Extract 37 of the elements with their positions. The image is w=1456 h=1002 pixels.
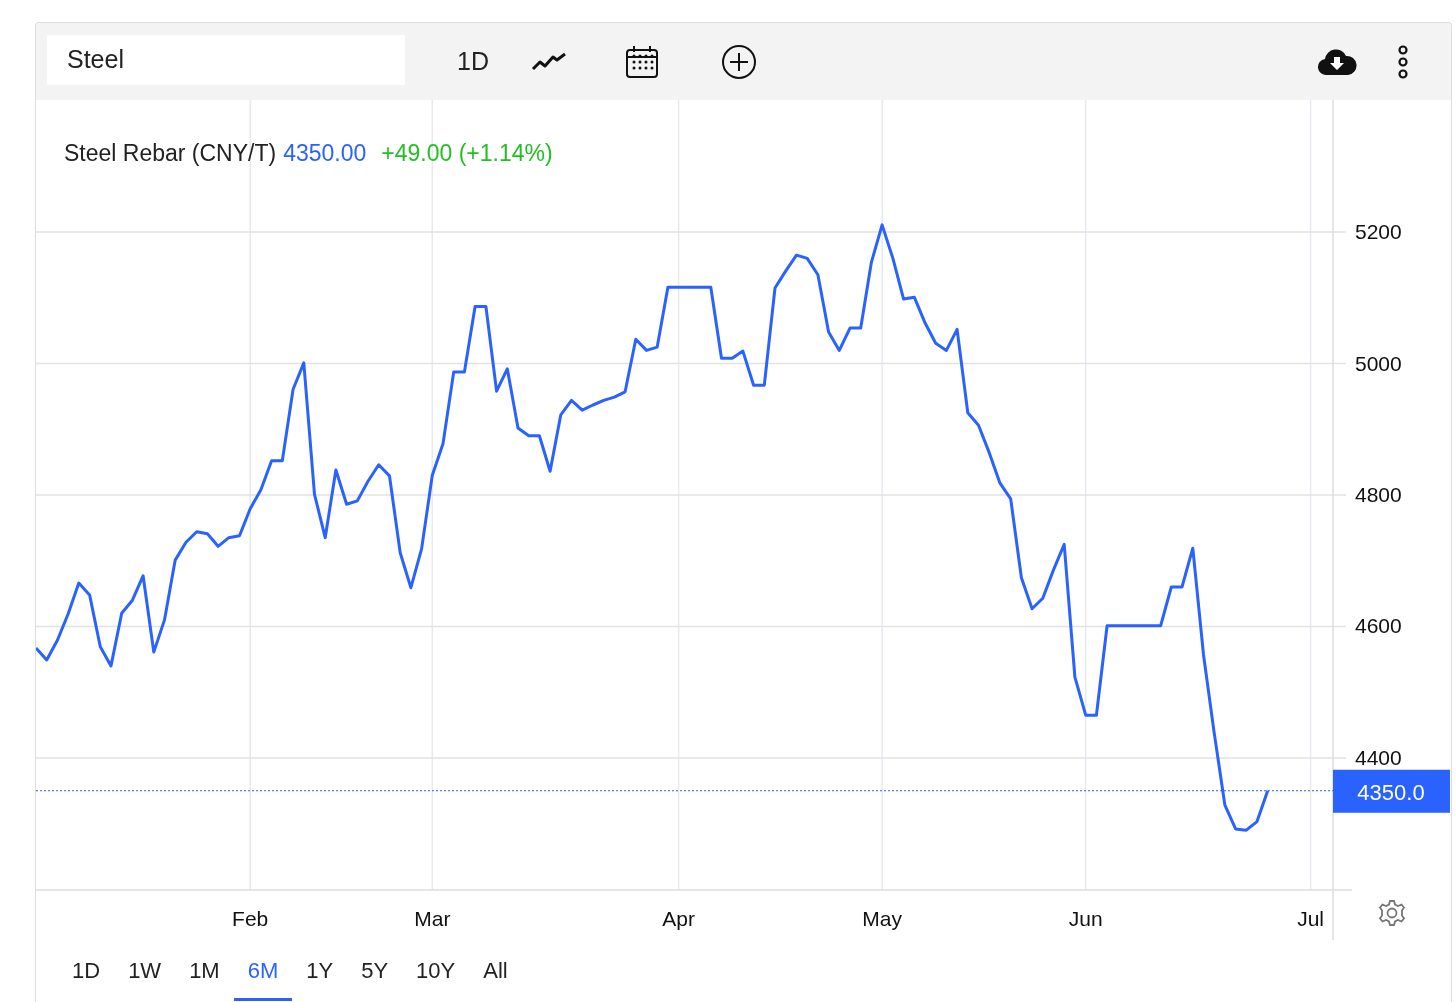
legend-name: Steel Rebar (CNY/T) bbox=[64, 140, 277, 167]
y-axis-label: 4600 bbox=[1355, 614, 1402, 638]
range-tab[interactable]: 1D bbox=[58, 940, 115, 1001]
y-axis-label: 5200 bbox=[1355, 220, 1402, 244]
range-tab[interactable]: 1Y bbox=[292, 940, 348, 1001]
y-axis-label: 5000 bbox=[1355, 351, 1402, 375]
search-field[interactable]: Steel bbox=[47, 34, 405, 85]
calendar-button[interactable] bbox=[624, 44, 659, 79]
cloud-download-icon bbox=[1317, 47, 1357, 76]
legend-change: +49.00 (+1.14%) bbox=[381, 140, 553, 167]
x-axis-label: Apr bbox=[662, 907, 695, 930]
ref-line-label: 4350.0 bbox=[1357, 779, 1425, 805]
x-axis-label: May bbox=[862, 907, 902, 930]
more-vertical-icon bbox=[1397, 43, 1409, 80]
range-tab[interactable]: 6M bbox=[233, 940, 293, 1001]
x-axis-label: Mar bbox=[414, 907, 451, 930]
x-axis-label: Jul bbox=[1297, 907, 1324, 930]
range-tab[interactable]: 1M bbox=[175, 940, 234, 1001]
chart-type-button[interactable] bbox=[530, 50, 567, 73]
calendar-icon bbox=[624, 44, 659, 79]
add-button[interactable] bbox=[720, 43, 757, 80]
plus-circle-icon bbox=[720, 43, 757, 80]
range-tab[interactable]: 10Y bbox=[402, 940, 470, 1001]
interval-button[interactable]: 1D bbox=[457, 47, 489, 76]
settings-icon[interactable] bbox=[1378, 900, 1406, 926]
x-axis-label: Jun bbox=[1068, 907, 1103, 930]
line-chart-icon bbox=[530, 50, 567, 73]
range-tab[interactable]: 1W bbox=[114, 940, 176, 1001]
legend-price: 4350.00 bbox=[283, 140, 367, 167]
x-axis-label: Feb bbox=[232, 907, 269, 930]
download-button[interactable] bbox=[1317, 47, 1357, 76]
range-tab[interactable]: All bbox=[469, 940, 522, 1001]
y-axis-label: 4400 bbox=[1355, 745, 1402, 769]
current-price-tag: 4350.0 bbox=[1333, 769, 1450, 813]
y-axis-label: 4800 bbox=[1355, 483, 1402, 506]
more-button[interactable] bbox=[1397, 43, 1409, 80]
range-tab[interactable]: 5Y bbox=[347, 940, 403, 1001]
